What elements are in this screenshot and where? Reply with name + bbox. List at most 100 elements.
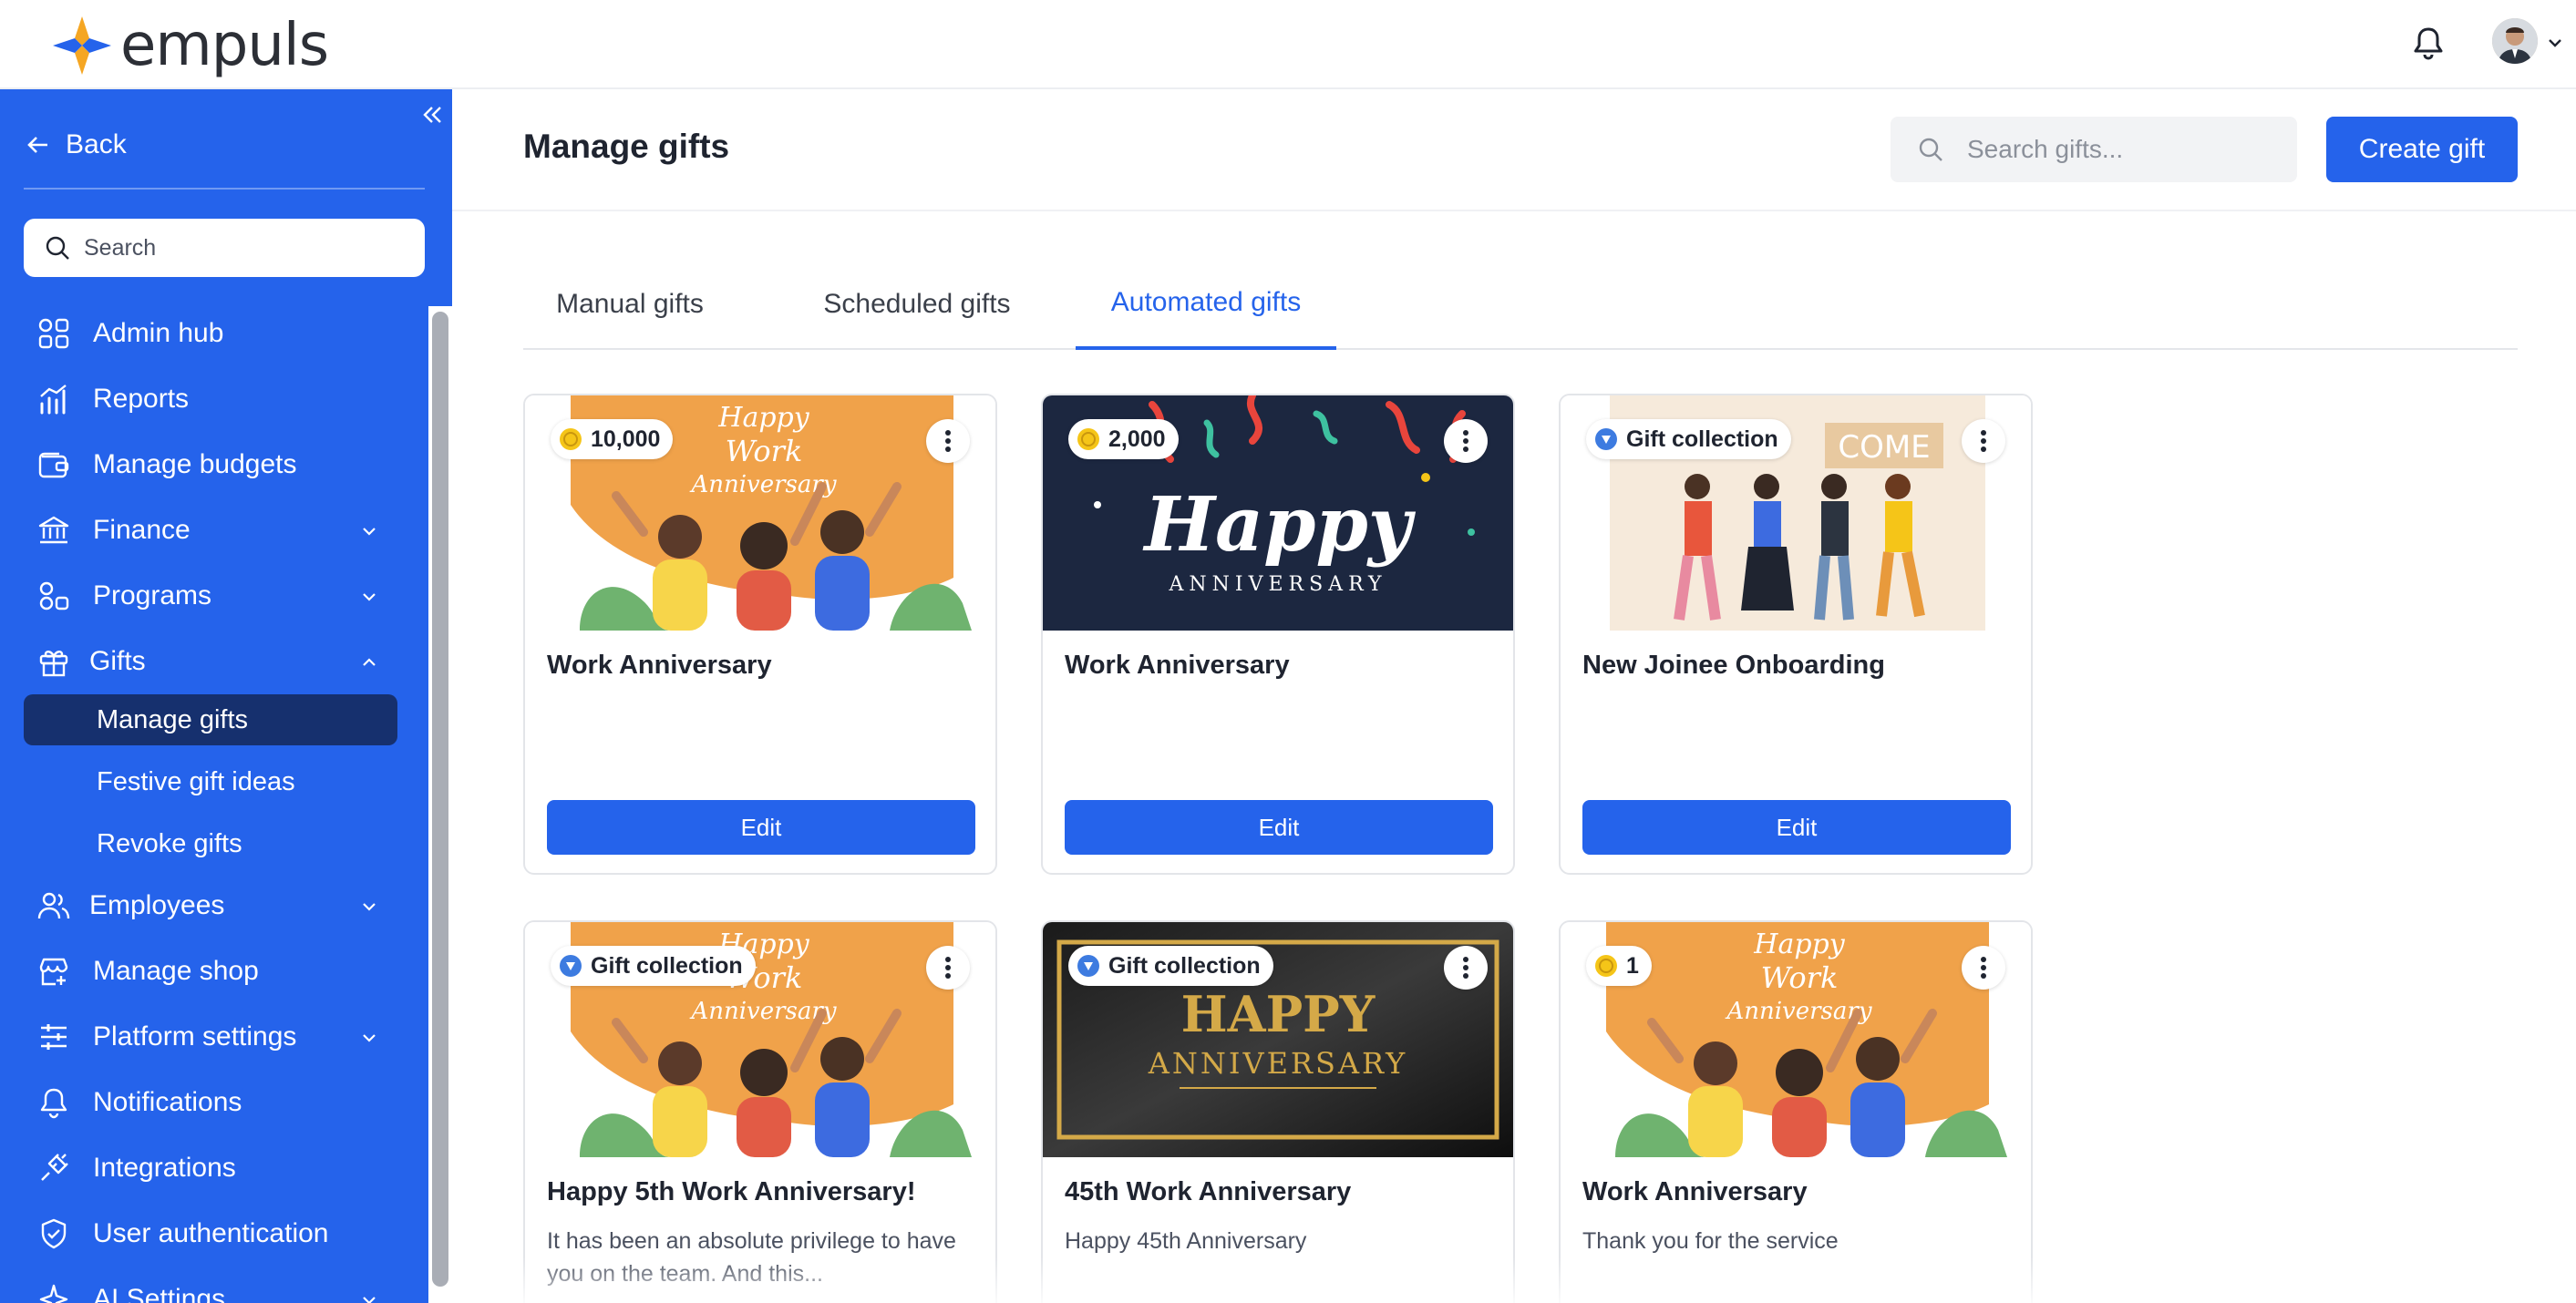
image-caption: COME	[1838, 429, 1930, 466]
logo-icon	[53, 16, 111, 75]
gift-search-input[interactable]	[1967, 135, 2295, 164]
sidebar-item-employees[interactable]: Employees	[0, 877, 428, 935]
gift-card[interactable]: COME Gift collection New Joinee Onboardi…	[1559, 394, 2033, 875]
collection-badge: Gift collection	[1068, 946, 1273, 986]
kebab-icon	[945, 957, 951, 979]
coin-badge: 10,000	[551, 419, 674, 459]
tab-scheduled-gifts[interactable]: Scheduled gifts	[769, 259, 1065, 350]
sidebar-subitem-festive-gift-ideas[interactable]: Festive gift ideas	[24, 756, 397, 807]
card-menu-button[interactable]	[1962, 419, 2005, 463]
gift-card-title: Work Anniversary	[1065, 651, 1290, 680]
collection-badge: Gift collection	[1586, 419, 1791, 459]
back-button[interactable]: Back	[26, 122, 127, 168]
sidebar-scrollbar-thumb[interactable]	[432, 312, 448, 1287]
sidebar-item-label: Employees	[89, 890, 225, 920]
brand-name: empuls	[120, 12, 329, 79]
sliders-icon	[41, 1024, 67, 1050]
coin-icon	[1077, 428, 1099, 450]
chevron-down-icon[interactable]	[2545, 33, 2565, 53]
sidebar-item-notifications[interactable]: Notifications	[0, 1073, 428, 1132]
users-icon	[37, 892, 70, 919]
top-bar: empuls	[0, 0, 2576, 89]
create-gift-button[interactable]: Create gift	[2326, 117, 2518, 182]
search-icon	[1919, 138, 1942, 161]
chevron-down-icon	[363, 1297, 376, 1303]
badge-label: Gift collection	[1108, 952, 1261, 979]
collection-icon	[560, 955, 582, 977]
chevron-down-icon	[363, 528, 376, 536]
chevron-up-icon	[363, 658, 376, 666]
gift-card[interactable]: Happy Work Anniversary 1 Work Anniversar…	[1559, 920, 2033, 1303]
sidebar-item-label: Manage shop	[93, 956, 259, 986]
gift-card-title: Happy 5th Work Anniversary!	[547, 1177, 916, 1206]
coin-badge: 2,000	[1068, 419, 1179, 459]
card-menu-button[interactable]	[926, 946, 970, 990]
sidebar-item-ai-settings[interactable]: AI Settings	[0, 1270, 428, 1303]
tab-manual-gifts[interactable]: Manual gifts	[523, 259, 737, 350]
gift-tabs: Manual gifts Scheduled gifts Automated g…	[523, 259, 2518, 350]
sidebar-item-user-authentication[interactable]: User authentication	[0, 1205, 428, 1263]
sidebar-search-input[interactable]	[84, 234, 412, 262]
coin-badge: 1	[1586, 946, 1652, 986]
edit-button[interactable]: Edit	[1582, 800, 2011, 855]
sidebar-item-admin-hub[interactable]: Admin hub	[0, 304, 428, 363]
collection-icon	[1077, 955, 1099, 977]
badge-label: Gift collection	[591, 952, 743, 979]
gift-card-title: Work Anniversary	[547, 651, 772, 680]
chevron-down-icon	[363, 1034, 376, 1042]
gift-card[interactable]: Happy Work Anniversary 10,000 Work Anniv…	[523, 394, 997, 875]
kebab-icon	[1981, 430, 1986, 452]
sidebar: Back Admin hub Reports	[0, 89, 452, 1303]
sidebar-item-label: Integrations	[93, 1153, 236, 1183]
gift-card[interactable]: HAPPY ANNIVERSARY Gift collection 45th W…	[1041, 920, 1515, 1303]
card-menu-button[interactable]	[1444, 419, 1488, 463]
sidebar-search[interactable]	[24, 219, 425, 277]
sidebar-item-label: Programs	[93, 580, 212, 610]
sidebar-item-gifts[interactable]: Gifts	[0, 632, 428, 691]
sidebar-item-label: Notifications	[93, 1087, 242, 1117]
bottom-fade-overlay	[452, 1257, 2576, 1303]
main-content: Manage gifts Create gift Manual gifts Sc…	[452, 89, 2576, 1303]
edit-button[interactable]: Edit	[547, 800, 975, 855]
tab-automated-gifts[interactable]: Automated gifts	[1076, 259, 1336, 350]
gift-card-title: Work Anniversary	[1582, 1177, 1808, 1206]
gift-search[interactable]	[1891, 117, 2297, 182]
sidebar-item-manage-shop[interactable]: Manage shop	[0, 942, 428, 1000]
sidebar-item-label: Admin hub	[93, 318, 224, 348]
sidebar-subitem-revoke-gifts[interactable]: Revoke gifts	[24, 818, 397, 869]
card-menu-button[interactable]	[926, 419, 970, 463]
user-avatar[interactable]	[2492, 18, 2538, 64]
sidebar-item-reports[interactable]: Reports	[0, 370, 428, 428]
sidebar-subitem-manage-gifts[interactable]: Manage gifts	[24, 694, 397, 745]
sidebar-item-finance[interactable]: Finance	[0, 501, 428, 559]
grid-icon	[38, 318, 69, 349]
sidebar-item-programs[interactable]: Programs	[0, 567, 428, 625]
badge-label: 2,000	[1108, 426, 1166, 452]
chevron-down-icon	[363, 903, 376, 911]
gift-card-description: Thank you for the service	[1582, 1228, 1839, 1254]
edit-button[interactable]: Edit	[1065, 800, 1493, 855]
gift-icon	[39, 651, 68, 677]
sidebar-item-integrations[interactable]: Integrations	[0, 1139, 428, 1197]
sidebar-item-manage-budgets[interactable]: Manage budgets	[0, 436, 428, 494]
sidebar-item-label: Finance	[93, 515, 191, 545]
card-menu-button[interactable]	[1444, 946, 1488, 990]
badge-label: 10,000	[591, 426, 661, 452]
gift-card[interactable]: Happy Work Anniversary Gift collection H…	[523, 920, 997, 1303]
sidebar-item-platform-settings[interactable]: Platform settings	[0, 1008, 428, 1066]
image-caption: Work	[726, 434, 803, 468]
sidebar-item-label: Gifts	[89, 646, 146, 676]
bank-icon	[38, 516, 69, 544]
shop-icon	[39, 958, 68, 986]
card-menu-button[interactable]	[1962, 946, 2005, 990]
brand-logo[interactable]: empuls	[51, 9, 329, 82]
collapse-sidebar-icon[interactable]	[417, 100, 447, 129]
image-caption: Happy	[1143, 481, 1417, 569]
notification-bell-icon[interactable]	[2406, 22, 2450, 66]
plug-icon	[41, 1154, 68, 1181]
collection-badge: Gift collection	[551, 946, 756, 986]
gift-card[interactable]: Happy ANNIVERSARY 2,000 Work Anniversary…	[1041, 394, 1515, 875]
image-caption: Happy	[1753, 929, 1845, 960]
kebab-icon	[1981, 957, 1986, 979]
wallet-icon	[38, 452, 69, 478]
